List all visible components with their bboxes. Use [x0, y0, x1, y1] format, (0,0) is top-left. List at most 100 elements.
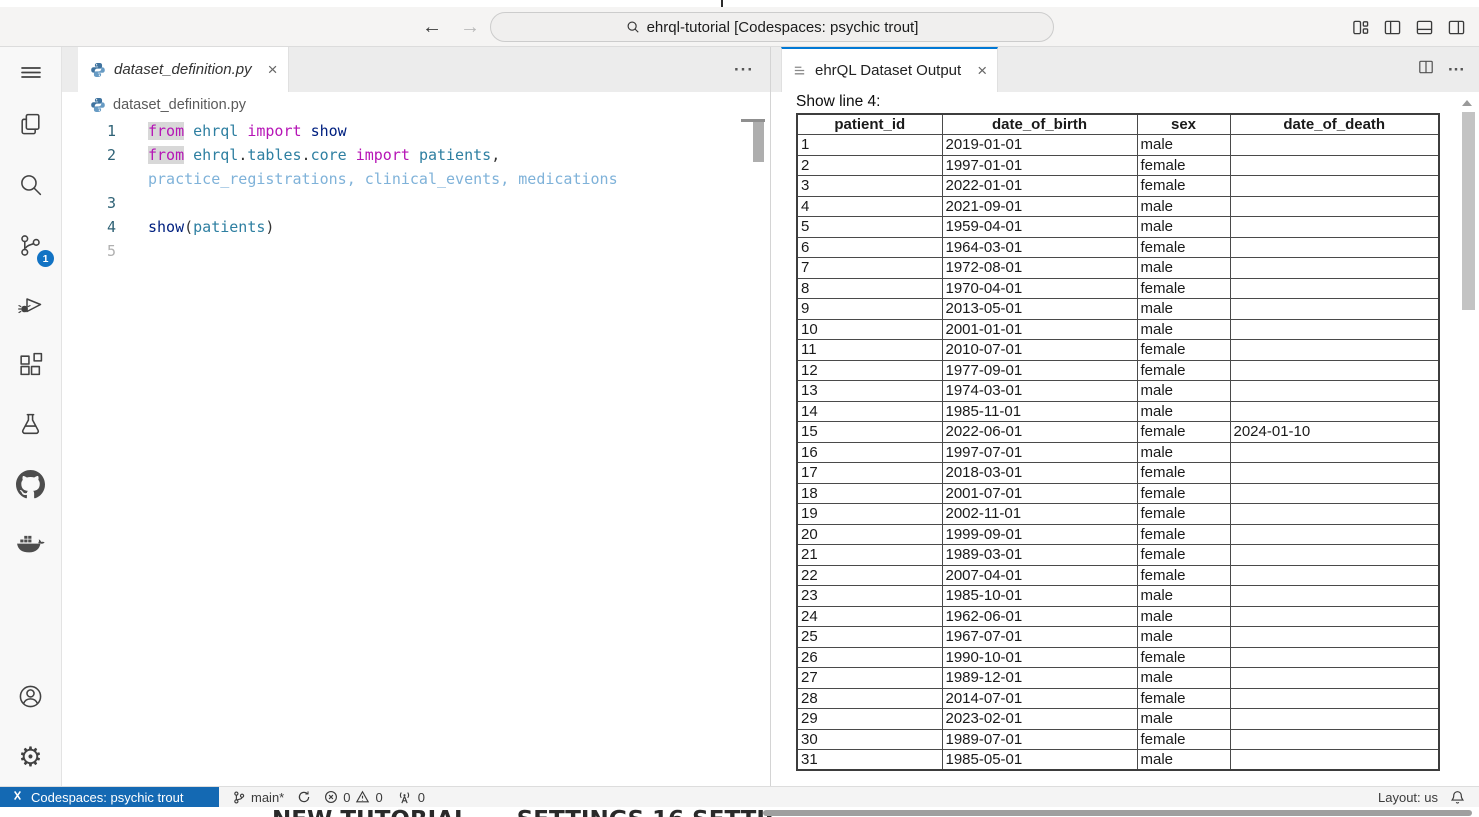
code-line[interactable]: practice_registrations, clinical_events,…	[62, 167, 770, 191]
sync-button[interactable]	[297, 790, 311, 804]
table-cell: 2013-05-01	[942, 299, 1137, 320]
table-cell: 1999-09-01	[942, 524, 1137, 545]
split-editor-icon[interactable]	[1418, 59, 1434, 80]
tab-close-icon[interactable]: ×	[977, 62, 987, 79]
code-text: from ehrql.tables.core import patients,	[148, 143, 500, 167]
history-back-button[interactable]: ←	[422, 16, 442, 39]
keyboard-layout-status[interactable]: Layout: us	[1378, 790, 1438, 805]
table-cell	[1230, 401, 1439, 422]
problems-status[interactable]: 0 0	[324, 790, 382, 805]
customize-layout-icon[interactable]	[1352, 19, 1369, 36]
table-cell: male	[1137, 381, 1230, 402]
table-cell: 29	[797, 709, 942, 730]
code-line[interactable]: 2from ehrql.tables.core import patients,	[62, 143, 770, 167]
table-cell	[1230, 155, 1439, 176]
remote-icon	[11, 789, 24, 805]
sidebar-item-testing[interactable]	[0, 400, 61, 448]
command-center-text: ehrql-tutorial [Codespaces: psychic trou…	[647, 19, 919, 36]
table-cell: 1964-03-01	[942, 237, 1137, 258]
table-row: 192002-11-01female	[797, 504, 1439, 525]
table-cell: 1974-03-01	[942, 381, 1137, 402]
menu-button[interactable]	[0, 48, 61, 96]
panel-tab-bar: ehrQL Dataset Output × ···	[771, 47, 1479, 92]
remote-label: Codespaces: psychic trout	[31, 790, 183, 805]
editor-scrollbar[interactable]	[753, 122, 764, 162]
table-cell: female	[1137, 647, 1230, 668]
table-row: 261990-10-01female	[797, 647, 1439, 668]
ports-status[interactable]: 0	[396, 790, 425, 805]
table-cell: male	[1137, 196, 1230, 217]
scroll-up-arrow[interactable]	[1462, 100, 1472, 106]
history-forward-button[interactable]: →	[460, 16, 480, 39]
sidebar-item-extensions[interactable]	[0, 340, 61, 388]
account-button[interactable]	[0, 672, 61, 720]
table-cell: 24	[797, 606, 942, 627]
table-cell: 2010-07-01	[942, 340, 1137, 361]
table-cell: female	[1137, 340, 1230, 361]
table-cell	[1230, 135, 1439, 156]
table-cell	[1230, 299, 1439, 320]
command-center[interactable]: ehrql-tutorial [Codespaces: psychic trou…	[490, 12, 1054, 42]
code-editor[interactable]: 1from ehrql import show2from ehrql.table…	[62, 119, 770, 786]
sidebar-item-source-control[interactable]: 1	[0, 221, 61, 269]
table-cell: 18	[797, 483, 942, 504]
table-cell: male	[1137, 606, 1230, 627]
table-cell: female	[1137, 729, 1230, 750]
table-cell	[1230, 668, 1439, 689]
output-heading: Show line 4:	[796, 93, 880, 111]
table-row: 32022-01-01female	[797, 176, 1439, 197]
table-row: 141985-11-01male	[797, 401, 1439, 422]
table-cell	[1230, 319, 1439, 340]
toggle-secondary-sidebar-icon[interactable]	[1448, 19, 1465, 36]
toggle-panel-icon[interactable]	[1416, 19, 1433, 36]
tab-ehrql-dataset-output[interactable]: ehrQL Dataset Output ×	[781, 47, 998, 92]
code-line[interactable]: 5	[62, 239, 770, 263]
editor-more-actions[interactable]: ···	[734, 47, 754, 92]
breadcrumb[interactable]: dataset_definition.py	[62, 92, 770, 118]
table-cell: male	[1137, 709, 1230, 730]
table-cell: 2023-02-01	[942, 709, 1137, 730]
table-cell: 1997-07-01	[942, 442, 1137, 463]
table-cell: 2022-06-01	[942, 422, 1137, 443]
table-cell: 1959-04-01	[942, 217, 1137, 238]
menu-icon	[19, 60, 43, 84]
table-cell: 2018-03-01	[942, 463, 1137, 484]
sidebar-item-explorer[interactable]	[0, 100, 61, 148]
table-cell	[1230, 524, 1439, 545]
table-cell: female	[1137, 524, 1230, 545]
radio-tower-icon	[396, 790, 413, 805]
notifications-bell[interactable]	[1450, 790, 1465, 805]
code-line[interactable]: 4show(patients)	[62, 215, 770, 239]
sidebar-item-search[interactable]	[0, 160, 61, 208]
search-big-icon	[17, 171, 44, 198]
table-cell	[1230, 627, 1439, 648]
sync-icon	[297, 790, 311, 804]
sidebar-item-run-debug[interactable]	[0, 280, 61, 328]
branch-status[interactable]: main*	[232, 790, 284, 805]
panel-more-actions[interactable]: ···	[1448, 60, 1465, 80]
table-cell: 8	[797, 278, 942, 299]
remote-status[interactable]: Codespaces: psychic trout	[0, 787, 219, 807]
sidebar-item-github[interactable]	[0, 460, 61, 508]
sidebar-item-docker[interactable]	[0, 520, 61, 568]
tab-dataset-definition[interactable]: dataset_definition.py ×	[78, 47, 289, 92]
dataset-output-view: Show line 4: patient_iddate_of_birthsexd…	[771, 92, 1479, 786]
table-cell: 10	[797, 319, 942, 340]
table-cell	[1230, 504, 1439, 525]
toggle-primary-sidebar-icon[interactable]	[1384, 19, 1401, 36]
table-cell	[1230, 381, 1439, 402]
table-cell: 16	[797, 442, 942, 463]
breadcrumb-item: dataset_definition.py	[113, 97, 246, 113]
docker-icon	[16, 533, 46, 555]
code-line[interactable]: 1from ehrql import show	[62, 119, 770, 143]
code-line[interactable]: 3	[62, 191, 770, 215]
tab-close-icon[interactable]: ×	[268, 61, 278, 78]
table-cell: 2024-01-10	[1230, 422, 1439, 443]
settings-button[interactable]: ⚙	[0, 733, 61, 781]
table-cell: female	[1137, 688, 1230, 709]
table-cell: 20	[797, 524, 942, 545]
table-row: 292023-02-01male	[797, 709, 1439, 730]
table-cell	[1230, 606, 1439, 627]
table-cell	[1230, 258, 1439, 279]
panel-scrollbar[interactable]	[1462, 112, 1475, 310]
